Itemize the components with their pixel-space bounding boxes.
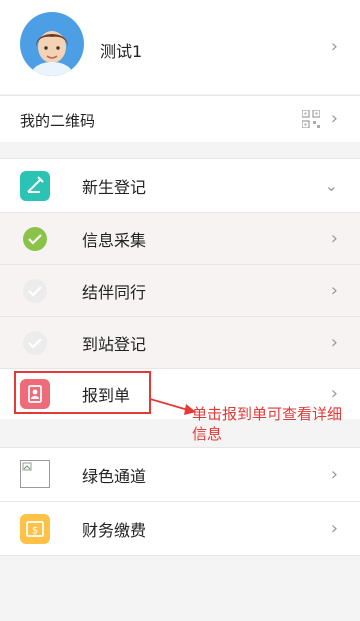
highlight-box: [14, 371, 151, 414]
chevron-right-icon: ›: [330, 227, 338, 249]
menu-item-label: 结伴同行: [82, 282, 147, 302]
chevron-right-icon: ›: [330, 383, 338, 404]
chevron-right-icon: ›: [330, 463, 338, 485]
menu-item-label: 信息采集: [82, 230, 147, 250]
chevron-right-icon: ›: [330, 36, 338, 57]
menu-item-finance-payment[interactable]: $ 财务缴费 ›: [0, 502, 360, 556]
qr-code-row[interactable]: 我的二维码 ›: [0, 96, 360, 142]
chevron-right-icon: ›: [330, 517, 338, 539]
chevron-right-icon: ›: [330, 331, 338, 353]
annotation-text: 单击报到单可查看详细信息: [192, 405, 343, 443]
avatar: [20, 12, 84, 76]
menu-item-station-registration[interactable]: 到站登记 ›: [0, 317, 360, 369]
profile-section: 测试1 ›: [0, 0, 360, 94]
broken-image-icon: [20, 460, 50, 488]
menu-item-info-collection[interactable]: 信息采集 ›: [0, 213, 360, 265]
menu-item-label: 财务缴费: [82, 520, 147, 540]
menu-item-travel-companion[interactable]: 结伴同行 ›: [0, 265, 360, 317]
menu-header-label: 新生登记: [82, 177, 147, 197]
edit-icon: [20, 170, 50, 201]
chevron-right-icon: ›: [330, 108, 338, 129]
chevron-right-icon: ›: [330, 279, 338, 301]
menu-item-label: 到站登记: [82, 334, 147, 354]
check-icon: [23, 330, 47, 355]
menu-header-new-registration[interactable]: 新生登记 ⌄: [0, 159, 360, 213]
svg-text:$: $: [32, 525, 38, 536]
qr-row-label: 我的二维码: [20, 112, 96, 130]
profile-row[interactable]: 测试1 ›: [0, 0, 360, 94]
qr-code-icon: [301, 109, 321, 129]
qr-section: 我的二维码 ›: [0, 95, 360, 142]
menu-item-label: 绿色通道: [82, 466, 147, 486]
extras-section: 绿色通道 › $ 财务缴费 ›: [0, 447, 360, 556]
menu-item-green-channel[interactable]: 绿色通道 ›: [0, 448, 360, 502]
check-icon: [23, 278, 47, 303]
profile-name: 测试1: [100, 42, 143, 61]
money-icon: $: [20, 513, 50, 544]
check-icon: [23, 226, 47, 251]
chevron-down-icon: ⌄: [324, 175, 338, 195]
